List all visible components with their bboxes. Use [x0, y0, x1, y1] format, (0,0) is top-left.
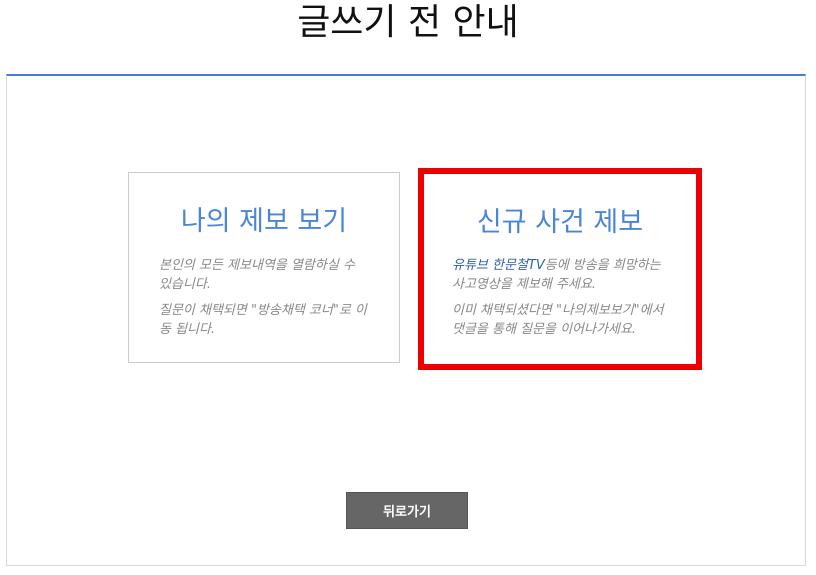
new-report-title[interactable]: 신규 사건 제보	[424, 174, 696, 239]
guide-panel: 나의 제보 보기 본인의 모든 제보내역을 열람하실 수 있습니다. 질문이 채…	[6, 74, 806, 566]
page-title: 글쓰기 전 안내	[297, 2, 519, 43]
my-reports-card[interactable]: 나의 제보 보기 본인의 모든 제보내역을 열람하실 수 있습니다. 질문이 채…	[128, 172, 400, 363]
my-reports-title[interactable]: 나의 제보 보기	[129, 173, 399, 238]
my-reports-description: 본인의 모든 제보내역을 열람하실 수 있습니다.	[159, 258, 355, 292]
new-report-note: 이미 채택되셨다면 "나의제보보기"에서 댓글을 통해 질문을 이어나가세요.	[452, 303, 664, 337]
new-report-description: 유튜브 한문철TV등에 방송을 희망하는 사고영상을 제보해 주세요.	[424, 256, 696, 294]
youtube-channel-link[interactable]: 유튜브 한문철TV	[452, 258, 545, 273]
new-report-card[interactable]: 신규 사건 제보 유튜브 한문철TV등에 방송을 희망하는 사고영상을 제보해 …	[418, 168, 702, 370]
my-reports-note: 질문이 채택되면 "방송채택 코너"로 이동 됩니다.	[159, 303, 367, 337]
back-button[interactable]: 뒤로가기	[346, 492, 468, 529]
